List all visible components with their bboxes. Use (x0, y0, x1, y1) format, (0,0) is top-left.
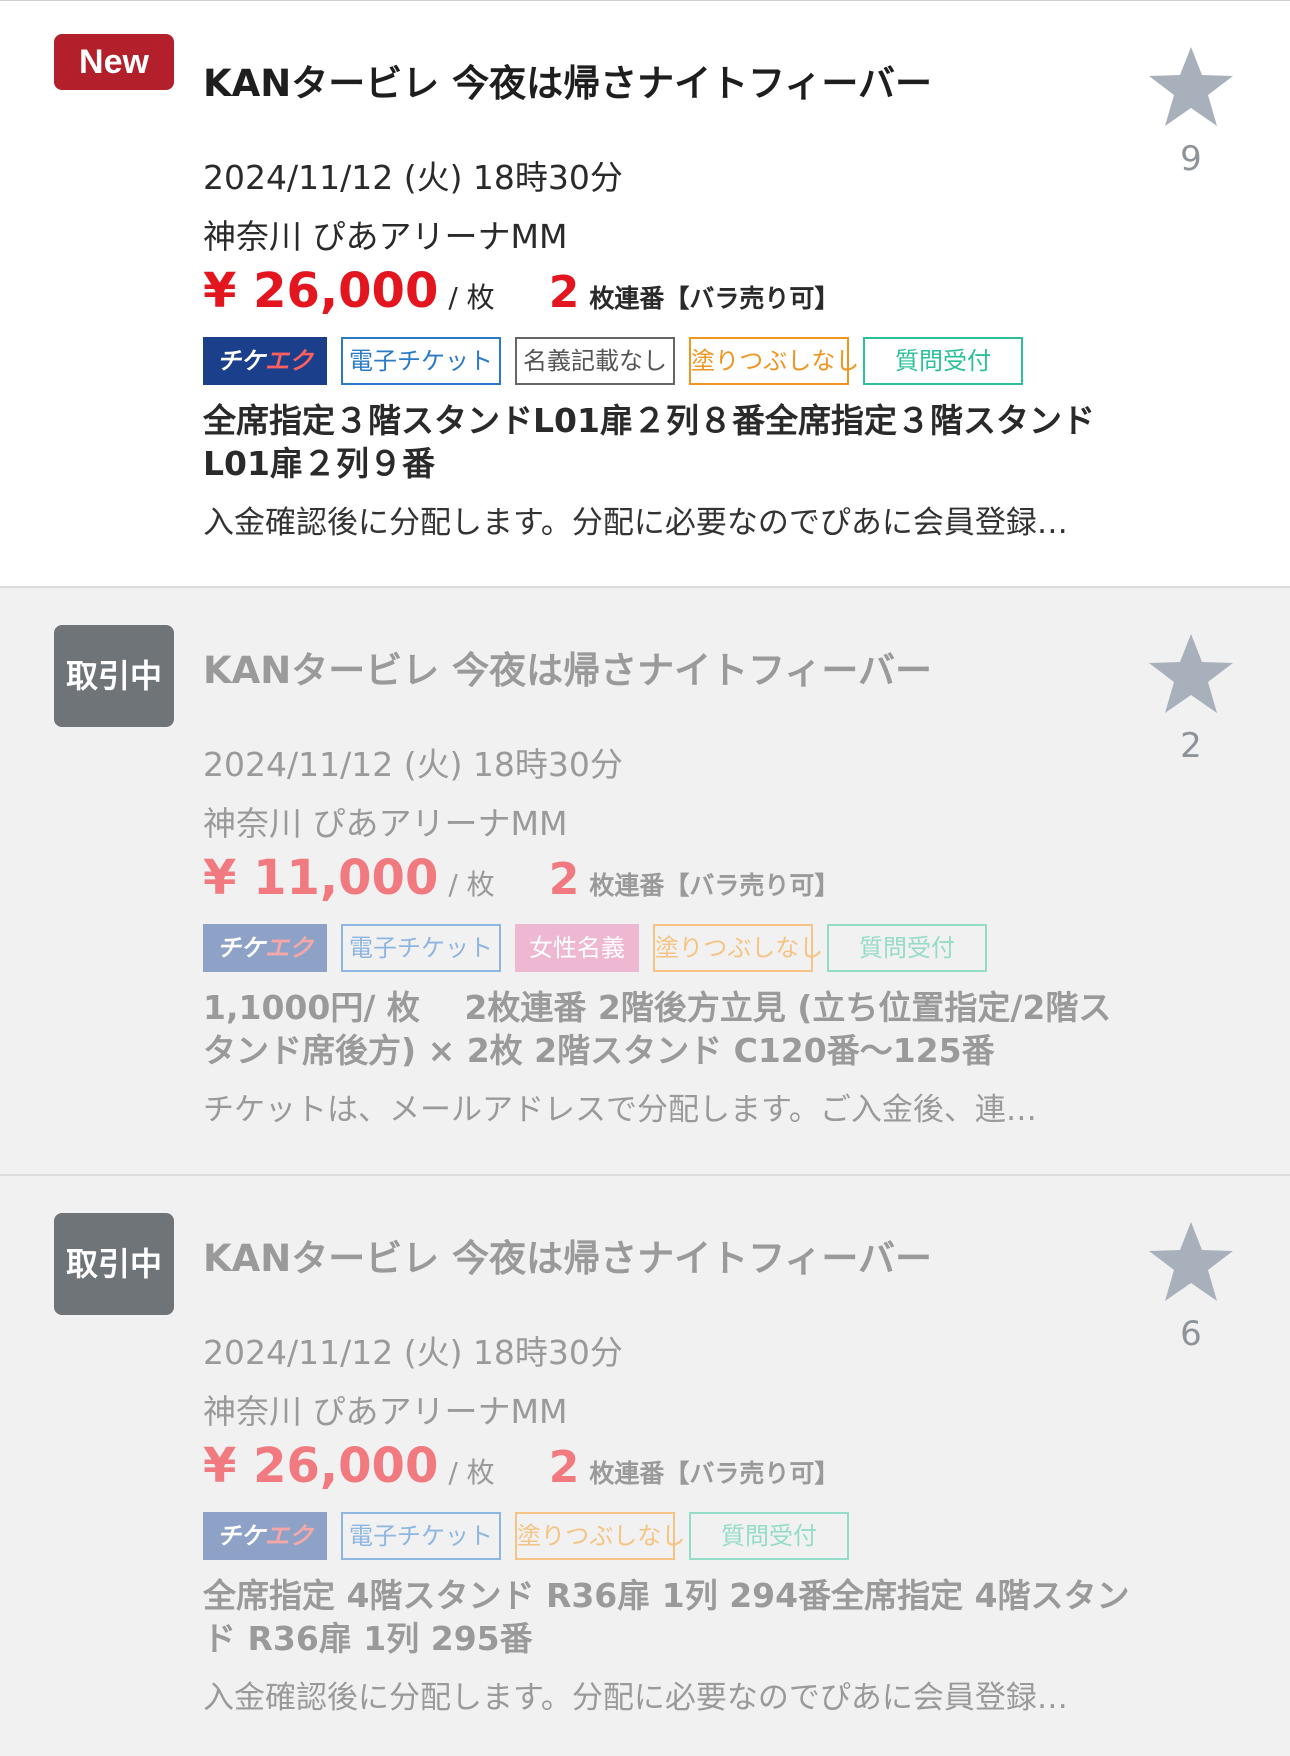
tag-e-ticket: 電子チケット (341, 924, 501, 972)
favorite-count: 2 (1180, 726, 1202, 766)
event-title: KANタービレ 今夜は帰さナイトフィーバー (203, 62, 933, 105)
tag-list: チケエク 電子チケット 塗りつぶしなし 質問受付 (203, 1512, 849, 1560)
ticket-price: ¥ 26,000 (203, 263, 439, 319)
tag-no-name: 名義記載なし (515, 337, 675, 385)
tag-no-blackout: 塗りつぶしなし (689, 337, 859, 385)
seat-info: 1,1000円/ 枚 2枚連番 2階後方立見 (立ち位置指定/2階スタンド席後方… (203, 988, 1112, 1070)
star-icon (1149, 1222, 1233, 1301)
ticket-listing-list: New KANタービレ 今夜は帰さナイトフィーバー 2024/11/12 (火)… (0, 0, 1290, 1756)
price-row: ¥ 26,000 / 枚 2 枚連番【バラ売り可】 (203, 1438, 839, 1494)
quantity-label: 枚連番【バラ売り可】 (589, 871, 840, 900)
favorite-button[interactable]: 6 (1146, 1220, 1236, 1354)
quantity-label: 枚連番【バラ売り可】 (589, 1459, 840, 1488)
tag-ticket-exchange: チケエク (203, 1512, 327, 1560)
event-title: KANタービレ 今夜は帰さナイトフィーバー (203, 649, 933, 692)
event-title: KANタービレ 今夜は帰さナイトフィーバー (203, 1237, 933, 1280)
tag-e-ticket: 電子チケット (341, 337, 501, 385)
listing-card[interactable]: 取引中 KANタービレ 今夜は帰さナイトフィーバー 2024/11/12 (火)… (0, 588, 1290, 1176)
price-row: ¥ 11,000 / 枚 2 枚連番【バラ売り可】 (203, 850, 839, 906)
price-row: ¥ 26,000 / 枚 2 枚連番【バラ売り可】 (203, 263, 839, 319)
favorite-count: 6 (1180, 1314, 1202, 1354)
listing-card[interactable]: 取引中 KANタービレ 今夜は帰さナイトフィーバー 2024/11/12 (火)… (0, 1176, 1290, 1756)
seller-note: チケットは、メールアドレスで分配します。ご入金後、連… (203, 1092, 1037, 1128)
price-unit: / 枚 (448, 1456, 495, 1489)
quantity-label: 枚連番【バラ売り可】 (589, 284, 840, 313)
favorite-count: 9 (1180, 139, 1202, 179)
tag-ticket-exchange: チケエク (203, 337, 327, 385)
seat-info: 全席指定 4階スタンド R36扉 1列 294番全席指定 4階スタンド R36扉… (203, 1576, 1130, 1658)
event-venue: 神奈川 ぴあアリーナMM (203, 804, 568, 843)
seat-info: 全席指定３階スタンドL01扉２列８番全席指定３階スタンドL01扉２列９番 (203, 401, 1095, 483)
tag-list: チケエク 電子チケット 名義記載なし 塗りつぶしなし 質問受付 (203, 337, 1023, 385)
listing-card[interactable]: New KANタービレ 今夜は帰さナイトフィーバー 2024/11/12 (火)… (0, 0, 1290, 588)
ticket-quantity: 2 (548, 267, 580, 318)
event-venue: 神奈川 ぴあアリーナMM (203, 1392, 568, 1431)
ticket-quantity: 2 (548, 1442, 580, 1493)
event-venue: 神奈川 ぴあアリーナMM (203, 217, 568, 256)
tag-questions-accepted: 質問受付 (863, 337, 1023, 385)
event-date: 2024/11/12 (火) 18時30分 (203, 1333, 623, 1372)
tag-ticket-exchange: チケエク (203, 924, 327, 972)
tag-no-blackout: 塗りつぶしなし (653, 924, 823, 972)
ticket-price: ¥ 26,000 (203, 1438, 439, 1494)
price-unit: / 枚 (448, 868, 495, 901)
favorite-button[interactable]: 2 (1146, 632, 1236, 766)
tag-questions-accepted: 質問受付 (689, 1512, 849, 1560)
seller-note: 入金確認後に分配します。分配に必要なのでぴあに会員登録… (203, 1680, 1068, 1716)
favorite-button[interactable]: 9 (1146, 45, 1236, 179)
ticket-price: ¥ 11,000 (203, 850, 439, 906)
tag-questions-accepted: 質問受付 (827, 924, 987, 972)
in-transaction-badge: 取引中 (54, 625, 174, 727)
tag-e-ticket: 電子チケット (341, 1512, 501, 1560)
price-unit: / 枚 (448, 281, 495, 314)
event-date: 2024/11/12 (火) 18時30分 (203, 745, 623, 784)
seller-note: 入金確認後に分配します。分配に必要なのでぴあに会員登録… (203, 505, 1068, 541)
tag-list: チケエク 電子チケット 女性名義 塗りつぶしなし 質問受付 (203, 924, 987, 972)
tag-no-blackout: 塗りつぶしなし (515, 1512, 685, 1560)
in-transaction-badge: 取引中 (54, 1213, 174, 1315)
event-date: 2024/11/12 (火) 18時30分 (203, 158, 623, 197)
new-badge: New (54, 34, 174, 90)
tag-female-name: 女性名義 (515, 924, 639, 972)
star-icon (1149, 47, 1233, 126)
ticket-quantity: 2 (548, 854, 580, 905)
star-icon (1149, 634, 1233, 713)
